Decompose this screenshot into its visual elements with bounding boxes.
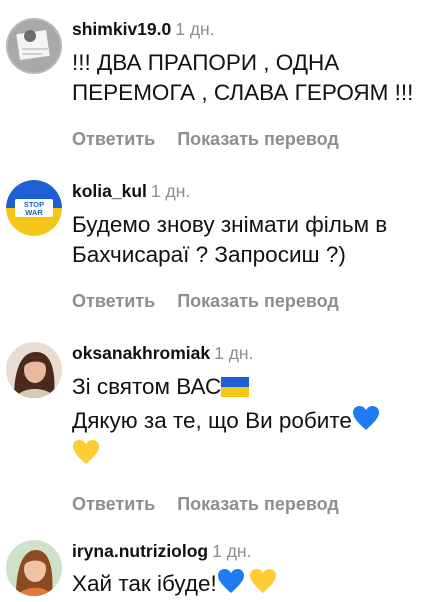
comment-header: kolia_kul 1 дн. xyxy=(72,180,438,202)
comment-line: Зі святом ВАС xyxy=(72,372,438,405)
comment-line: ПЕРЕМОГА , СЛАВА ГЕРОЯМ !!! xyxy=(72,80,414,105)
blue-heart-icon xyxy=(352,405,380,439)
reply-button[interactable]: Ответить xyxy=(72,290,155,312)
yellow-heart-icon xyxy=(72,439,100,473)
avatar[interactable] xyxy=(6,342,62,398)
woman-portrait-icon xyxy=(6,342,62,398)
show-translation-button[interactable]: Показать перевод xyxy=(177,290,339,312)
comment-actions: Ответить Показать перевод xyxy=(72,290,438,312)
username[interactable]: kolia_kul xyxy=(72,181,147,201)
woman-portrait-icon xyxy=(6,540,62,596)
comment-text: !!! ДВА ПРАПОРИ , ОДНА ПЕРЕМОГА , СЛАВА … xyxy=(72,48,438,108)
username[interactable]: shimkiv19.0 xyxy=(72,19,171,39)
show-translation-button[interactable]: Показать перевод xyxy=(177,128,339,150)
username[interactable]: oksanakhromiak xyxy=(72,343,210,363)
comment-line: Будемо знову знімати фільм в xyxy=(72,212,388,237)
comment-line: !!! ДВА ПРАПОРИ , ОДНА xyxy=(72,50,340,75)
comment-header: shimkiv19.0 1 дн. xyxy=(72,18,438,40)
username[interactable]: iryna.nutriziolog xyxy=(72,541,208,561)
comment-line: Хай так ібуде! xyxy=(72,568,438,602)
reply-button[interactable]: Ответить xyxy=(72,128,155,150)
person-holding-sign-icon xyxy=(6,18,62,74)
reply-button[interactable]: Ответить xyxy=(72,493,155,515)
yellow-heart-icon xyxy=(249,568,277,602)
comment-line-text: Хай так ібуде! xyxy=(72,571,217,596)
timestamp: 1 дн. xyxy=(150,181,191,201)
comment-line-text: Дякую за те, що Ви робите xyxy=(72,408,352,433)
comment-actions: Ответить Показать перевод xyxy=(72,493,438,515)
timestamp: 1 дн. xyxy=(212,541,252,561)
stop-war-badge-icon: STOP WAR xyxy=(6,180,62,236)
show-translation-button[interactable]: Показать перевод xyxy=(177,493,339,515)
timestamp: 1 дн. xyxy=(214,343,254,363)
comment-actions: Ответить Показать перевод xyxy=(72,128,438,150)
comment-text: Хай так ібуде! xyxy=(72,568,438,602)
avatar[interactable]: STOP WAR xyxy=(6,180,62,236)
comment-line xyxy=(72,439,438,473)
comment-line-text: Зі святом ВАС xyxy=(72,374,222,399)
ukraine-flag-icon xyxy=(221,375,250,405)
comment-line: Дякую за те, що Ви робите xyxy=(72,405,438,439)
blue-heart-icon xyxy=(217,568,245,602)
comment-text: Будемо знову знімати фільм в Бахчисараї … xyxy=(72,210,438,270)
comment-line: Бахчисараї ? Запросиш ?) xyxy=(72,242,346,267)
comment-header: iryna.nutriziolog 1 дн. xyxy=(72,540,438,562)
comment-header: oksanakhromiak 1 дн. xyxy=(72,342,438,364)
avatar[interactable] xyxy=(6,540,62,596)
avatar[interactable] xyxy=(6,18,62,74)
timestamp: 1 дн. xyxy=(175,19,215,39)
avatar-text: WAR xyxy=(25,208,43,217)
comment-text: Зі святом ВАС Дякую за те, що Ви робите xyxy=(72,372,438,473)
